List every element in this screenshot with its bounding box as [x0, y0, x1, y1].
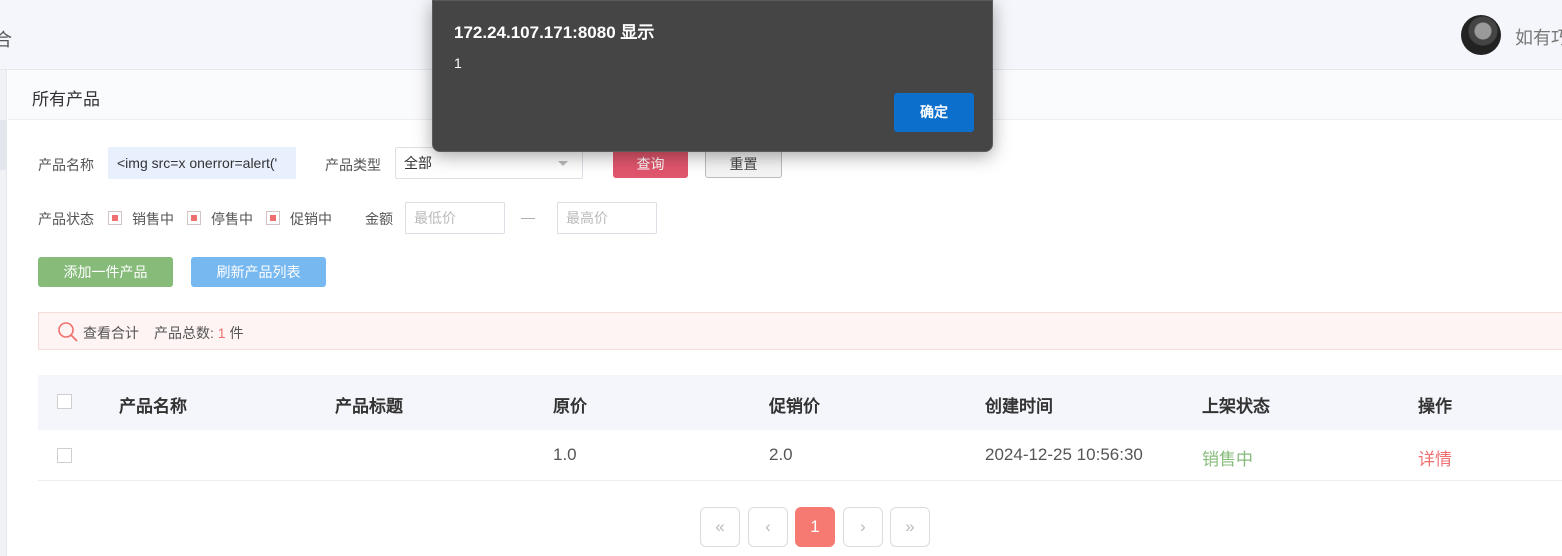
search-icon[interactable]	[57, 321, 79, 343]
summary-bar: 查看合计 产品总数: 1 件	[38, 312, 1562, 350]
prev-page-button[interactable]: ‹	[748, 507, 788, 547]
status-checkbox-stopped[interactable]	[187, 211, 201, 225]
cell-created: 2024-12-25 10:56:30	[985, 445, 1143, 464]
first-page-button[interactable]: «	[700, 507, 740, 547]
sidebar-edge	[0, 70, 7, 556]
sidebar-active-marker	[0, 120, 7, 170]
status-checkbox-on-sale[interactable]	[108, 211, 122, 225]
table-row: 1.0 2.0 2024-12-25 10:56:30 销售中 详情	[38, 430, 1562, 481]
cell-status: 销售中	[1202, 450, 1253, 469]
alert-message: 1	[454, 55, 462, 71]
product-count-label: 产品总数:	[154, 325, 214, 341]
alert-ok-button[interactable]: 确定	[894, 93, 974, 132]
product-type-label: 产品类型	[325, 157, 381, 173]
row-checkbox[interactable]	[57, 448, 72, 463]
alert-title: 172.24.107.171:8080 显示	[454, 23, 655, 42]
amount-label: 金额	[365, 211, 393, 227]
avatar[interactable]	[1461, 15, 1501, 55]
table-header: 产品名称 产品标题 原价 促销价 创建时间 上架状态 操作	[38, 375, 1562, 430]
cell-promo-price: 2.0	[769, 445, 793, 464]
refresh-list-button[interactable]: 刷新产品列表	[191, 257, 326, 287]
view-total-link[interactable]: 查看合计	[83, 323, 139, 343]
status-option-stopped: 停售中	[211, 211, 253, 227]
last-page-button[interactable]: »	[890, 507, 930, 547]
reset-button[interactable]: 重置	[705, 150, 782, 178]
column-header-price: 原价	[553, 397, 587, 416]
query-button[interactable]: 查询	[613, 150, 688, 178]
select-all-checkbox[interactable]	[57, 394, 72, 409]
next-page-button[interactable]: ›	[843, 507, 883, 547]
chevron-down-icon	[558, 161, 568, 166]
status-checkbox-promotion[interactable]	[266, 211, 280, 225]
alert-dialog: 172.24.107.171:8080 显示 1 确定	[432, 0, 993, 152]
truncated-app-title: 合	[0, 30, 12, 50]
product-count: 产品总数: 1 件	[154, 323, 243, 343]
username[interactable]: 如有巧	[1515, 24, 1562, 50]
product-name-input[interactable]: <img src=x onerror=alert('	[108, 147, 296, 179]
product-count-unit: 件	[229, 325, 244, 341]
column-header-name: 产品名称	[119, 397, 187, 416]
page-title: 所有产品	[32, 90, 100, 109]
add-product-button[interactable]: 添加一件产品	[38, 257, 173, 287]
cell-price: 1.0	[553, 445, 577, 464]
product-count-value: 1	[217, 325, 226, 341]
status-option-on-sale: 销售中	[132, 211, 174, 227]
max-price-input[interactable]: 最高价	[557, 202, 657, 234]
column-header-title: 产品标题	[335, 397, 403, 416]
min-price-input[interactable]: 最低价	[405, 202, 505, 234]
product-status-label: 产品状态	[38, 211, 94, 227]
column-header-status: 上架状态	[1202, 397, 1270, 416]
status-option-promotion: 促销中	[290, 211, 332, 227]
column-header-action: 操作	[1418, 397, 1452, 416]
product-name-label: 产品名称	[38, 157, 94, 173]
column-header-promo-price: 促销价	[769, 397, 820, 416]
range-separator: —	[521, 209, 535, 225]
details-link[interactable]: 详情	[1418, 445, 1452, 470]
column-header-created: 创建时间	[985, 397, 1053, 416]
current-page-button[interactable]: 1	[795, 507, 835, 547]
product-type-value: 全部	[404, 155, 432, 171]
